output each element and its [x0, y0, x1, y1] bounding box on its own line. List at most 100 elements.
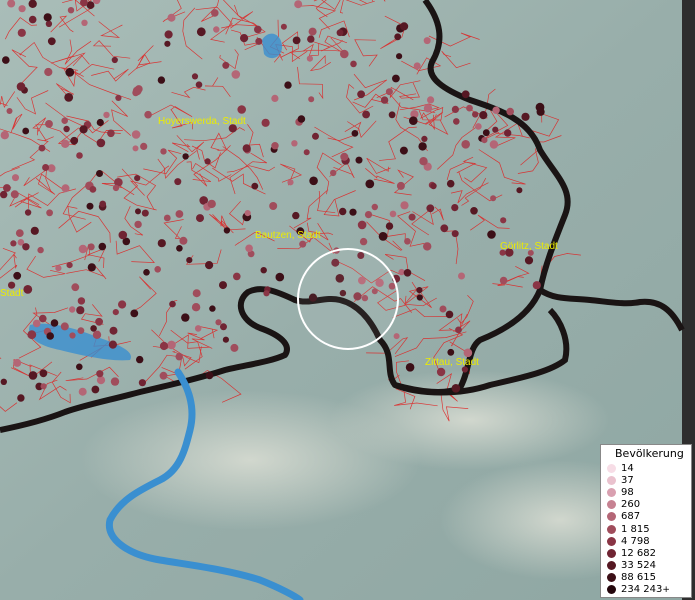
population-point[interactable] [45, 120, 53, 128]
population-point[interactable] [482, 129, 490, 137]
population-point[interactable] [28, 15, 37, 24]
population-point[interactable] [46, 209, 53, 217]
population-point[interactable] [10, 240, 17, 247]
population-point[interactable] [118, 230, 128, 240]
population-point[interactable] [275, 272, 285, 282]
population-point[interactable] [385, 88, 393, 96]
population-point[interactable] [42, 164, 50, 171]
population-point[interactable] [405, 363, 415, 372]
population-point[interactable] [43, 13, 52, 22]
population-point[interactable] [458, 272, 465, 280]
population-point[interactable] [269, 202, 278, 210]
population-point[interactable] [416, 294, 423, 301]
population-point[interactable] [255, 37, 263, 45]
population-point[interactable] [140, 142, 148, 150]
population-point[interactable] [16, 82, 26, 91]
population-point[interactable] [144, 110, 152, 119]
population-point[interactable] [71, 283, 80, 292]
population-point[interactable] [157, 239, 166, 248]
population-point[interactable] [86, 202, 94, 210]
population-point[interactable] [355, 156, 363, 164]
population-point[interactable] [134, 220, 142, 229]
population-point[interactable] [362, 110, 370, 119]
population-point[interactable] [400, 201, 409, 210]
population-point[interactable] [37, 246, 44, 254]
population-point[interactable] [389, 210, 397, 218]
population-point[interactable] [44, 67, 53, 77]
population-point[interactable] [2, 56, 10, 64]
population-point[interactable] [192, 289, 201, 298]
population-point[interactable] [130, 309, 139, 318]
population-point[interactable] [39, 369, 48, 378]
map-canvas[interactable]: Hoyerswerda, Stadt Bautzen, Stadt Görlit… [0, 0, 695, 600]
population-point[interactable] [60, 322, 69, 331]
population-point[interactable] [136, 355, 144, 364]
population-point[interactable] [96, 138, 106, 148]
population-point[interactable] [109, 326, 118, 335]
population-point[interactable] [191, 303, 201, 312]
population-point[interactable] [336, 29, 344, 37]
population-point[interactable] [134, 175, 141, 182]
population-point[interactable] [516, 187, 523, 194]
population-point[interactable] [380, 96, 389, 104]
population-point[interactable] [64, 93, 74, 102]
population-point[interactable] [430, 182, 437, 190]
population-point[interactable] [392, 74, 400, 83]
population-point[interactable] [77, 327, 85, 334]
population-point[interactable] [271, 142, 279, 150]
population-point[interactable] [78, 244, 88, 254]
population-point[interactable] [115, 94, 122, 101]
population-point[interactable] [40, 383, 47, 390]
population-point[interactable] [242, 144, 251, 153]
population-point[interactable] [207, 199, 216, 209]
population-point[interactable] [303, 149, 310, 156]
population-point[interactable] [108, 340, 117, 349]
population-point[interactable] [13, 271, 22, 280]
population-point[interactable] [413, 62, 421, 70]
population-point[interactable] [157, 76, 166, 84]
population-point[interactable] [63, 125, 70, 133]
population-point[interactable] [378, 232, 388, 241]
population-point[interactable] [132, 86, 142, 96]
population-point[interactable] [132, 145, 139, 152]
population-point[interactable] [27, 330, 37, 340]
population-point[interactable] [233, 272, 241, 281]
population-point[interactable] [23, 285, 33, 294]
population-point[interactable] [24, 209, 32, 216]
population-point[interactable] [427, 96, 435, 104]
population-point[interactable] [396, 181, 405, 190]
population-point[interactable] [479, 111, 488, 120]
population-point[interactable] [222, 61, 230, 69]
population-point[interactable] [271, 94, 279, 102]
population-point[interactable] [143, 269, 150, 276]
population-point[interactable] [453, 118, 460, 125]
population-point[interactable] [96, 118, 104, 127]
population-point[interactable] [291, 140, 298, 147]
population-point[interactable] [521, 112, 530, 121]
population-point[interactable] [205, 371, 214, 380]
population-point[interactable] [159, 341, 169, 351]
population-point[interactable] [186, 257, 193, 264]
population-point[interactable] [409, 116, 418, 125]
population-point[interactable] [223, 227, 231, 234]
population-point[interactable] [90, 325, 97, 332]
population-point[interactable] [504, 129, 512, 137]
population-point[interactable] [182, 153, 189, 160]
population-point[interactable] [163, 214, 171, 222]
population-point[interactable] [138, 379, 146, 387]
population-point[interactable] [78, 387, 87, 396]
population-point[interactable] [77, 297, 86, 305]
population-point[interactable] [403, 269, 412, 277]
population-point[interactable] [219, 281, 227, 290]
population-point[interactable] [103, 111, 110, 119]
population-point[interactable] [423, 104, 433, 113]
population-point[interactable] [231, 70, 241, 79]
population-point[interactable] [98, 242, 107, 251]
population-point[interactable] [451, 204, 459, 212]
population-point[interactable] [181, 313, 190, 322]
population-point[interactable] [489, 140, 499, 149]
population-point[interactable] [419, 157, 428, 166]
population-point[interactable] [79, 125, 88, 134]
population-point[interactable] [65, 67, 75, 77]
population-point[interactable] [440, 224, 449, 233]
